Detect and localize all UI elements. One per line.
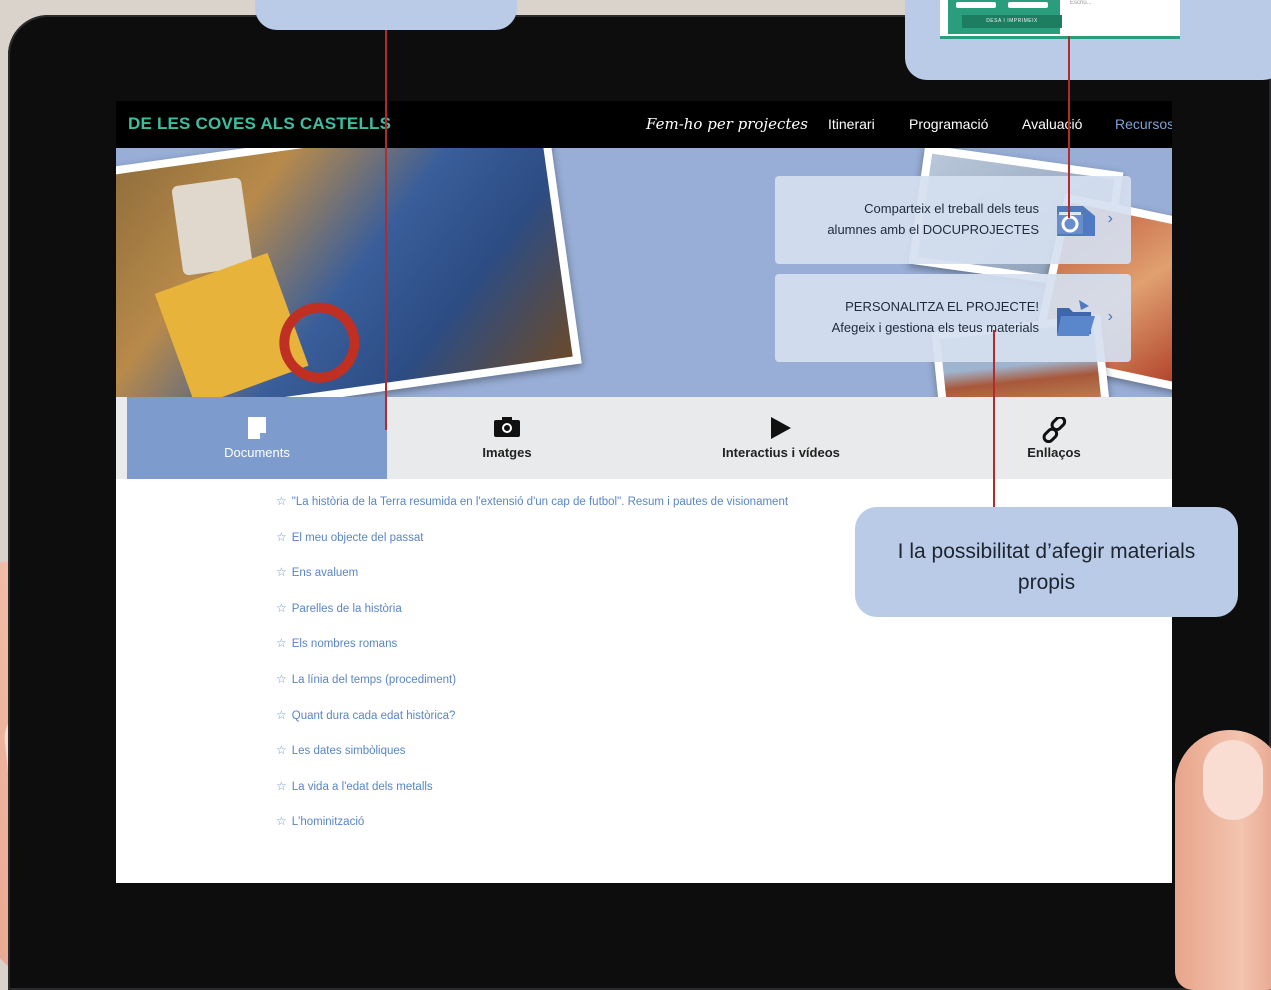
nav-recursos[interactable]: Recursos: [1115, 116, 1172, 132]
star-icon[interactable]: ☆: [276, 672, 287, 686]
list-item[interactable]: ☆ La línia del temps (procediment): [276, 672, 788, 708]
app-screen: DE LES COVES ALS CASTELLS Fem-ho per pro…: [116, 101, 1172, 883]
documents-list: ☆ "La història de la Terra resumida en l'…: [276, 494, 788, 850]
cta-docuprojectes-line1: Comparteix el treball dels teus: [864, 201, 1039, 216]
cta-docuprojectes[interactable]: Comparteix el treball dels teus alumnes …: [775, 176, 1131, 264]
play-icon: [771, 417, 791, 439]
right-hand: [1175, 730, 1271, 990]
document-link[interactable]: Ens avaluem: [292, 567, 358, 579]
star-icon[interactable]: ☆: [276, 636, 287, 650]
document-link[interactable]: Els nombres romans: [292, 638, 397, 650]
thumbnail-panel: DESA I IMPRIMEIX: [948, 0, 1062, 34]
document-link[interactable]: "La història de la Terra resumida en l'e…: [292, 496, 788, 508]
top-navigation: DE LES COVES ALS CASTELLS Fem-ho per pro…: [116, 101, 1172, 148]
list-item[interactable]: ☆ Les dates simbòliques: [276, 743, 788, 779]
thumbnail-field: [956, 2, 996, 8]
document-link[interactable]: Les dates simbòliques: [292, 745, 406, 757]
tab-enllacos-label: Enllaços: [1027, 445, 1081, 460]
camera-icon: [1057, 206, 1095, 236]
pointer-line-documents: [385, 30, 387, 430]
list-item[interactable]: ☆ Parelles de la història: [276, 601, 788, 637]
chevron-right-icon: ›: [1107, 210, 1113, 227]
resource-tabs: Documents Imatges Interactius i vídeos E…: [116, 397, 1172, 479]
nav-programacio[interactable]: Programació: [909, 116, 988, 132]
list-item[interactable]: ☆ L'hominització: [276, 814, 788, 850]
list-item[interactable]: ☆ La vida a l'edat dels metalls: [276, 779, 788, 815]
pointer-line-personalitza: [993, 330, 995, 528]
brand-title[interactable]: DE LES COVES ALS CASTELLS: [128, 114, 391, 134]
nav-itinerari[interactable]: Itinerari: [828, 116, 875, 132]
thumbnail-hint: Escriu...: [1070, 0, 1092, 6]
document-link[interactable]: La línia del temps (procediment): [292, 674, 456, 686]
tab-imatges[interactable]: Imatges: [387, 397, 627, 479]
document-icon: [248, 417, 266, 439]
star-icon[interactable]: ☆: [276, 779, 287, 793]
list-item[interactable]: ☆ Quant dura cada edat històrica?: [276, 708, 788, 744]
pointer-line-docuprojectes: [1068, 36, 1070, 218]
docuprojectes-thumbnail: DESA I IMPRIMEIX Escriu...: [940, 0, 1180, 39]
thumbnail-save-button: DESA I IMPRIMEIX: [962, 15, 1062, 28]
tab-interactius[interactable]: Interactius i vídeos: [656, 397, 906, 479]
hero-banner: Comparteix el treball dels teus alumnes …: [116, 148, 1172, 397]
tab-documents-label: Documents: [224, 445, 290, 460]
star-icon[interactable]: ☆: [276, 601, 287, 615]
helmet-shape: [171, 177, 254, 276]
nav-fem-ho-per-projectes[interactable]: Fem-ho per projectes: [646, 115, 808, 133]
callout-materials-propis-text: I la possibilitat d’afegir materials pro…: [897, 540, 1196, 594]
document-link[interactable]: Parelles de la història: [292, 603, 402, 615]
star-icon[interactable]: ☆: [276, 494, 287, 508]
thumbnail-field: [1008, 2, 1048, 8]
star-icon[interactable]: ☆: [276, 743, 287, 757]
star-icon[interactable]: ☆: [276, 565, 287, 579]
document-link[interactable]: El meu objecte del passat: [292, 532, 424, 544]
list-item[interactable]: ☆ El meu objecte del passat: [276, 530, 788, 566]
nav-avaluacio[interactable]: Avaluació: [1022, 116, 1082, 132]
list-item[interactable]: ☆ Els nombres romans: [276, 636, 788, 672]
tab-imatges-label: Imatges: [482, 445, 532, 460]
document-link[interactable]: La vida a l'edat dels metalls: [292, 781, 433, 793]
cta-personalitza-line2: Afegeix i gestiona els teus materials: [831, 320, 1039, 335]
list-item[interactable]: ☆ Ens avaluem: [276, 565, 788, 601]
tab-documents[interactable]: Documents: [127, 397, 387, 479]
link-icon: [1042, 417, 1067, 443]
star-icon[interactable]: ☆: [276, 530, 287, 544]
callout-materials-propis: I la possibilitat d’afegir materials pro…: [855, 507, 1238, 617]
tab-enllacos[interactable]: Enllaços: [926, 397, 1172, 479]
cta-docuprojectes-line2: alumnes amb el DOCUPROJECTES: [827, 222, 1039, 237]
document-link[interactable]: Quant dura cada edat històrica?: [292, 710, 456, 722]
star-icon[interactable]: ☆: [276, 814, 287, 828]
star-icon[interactable]: ☆: [276, 708, 287, 722]
hero-photo: [116, 148, 582, 397]
tab-interactius-label: Interactius i vídeos: [722, 445, 840, 460]
cta-personalitza-line1: PERSONALITZA EL PROJECTE!: [845, 299, 1039, 314]
cta-personalitza[interactable]: PERSONALITZA EL PROJECTE! Afegeix i gest…: [775, 274, 1131, 362]
chevron-right-icon: ›: [1107, 308, 1113, 325]
list-item[interactable]: ☆ "La història de la Terra resumida en l'…: [276, 494, 788, 530]
folder-icon: [1057, 300, 1095, 336]
camera-icon: [494, 417, 520, 437]
document-link[interactable]: L'hominització: [292, 816, 365, 828]
callout-top-left: [255, 0, 517, 30]
